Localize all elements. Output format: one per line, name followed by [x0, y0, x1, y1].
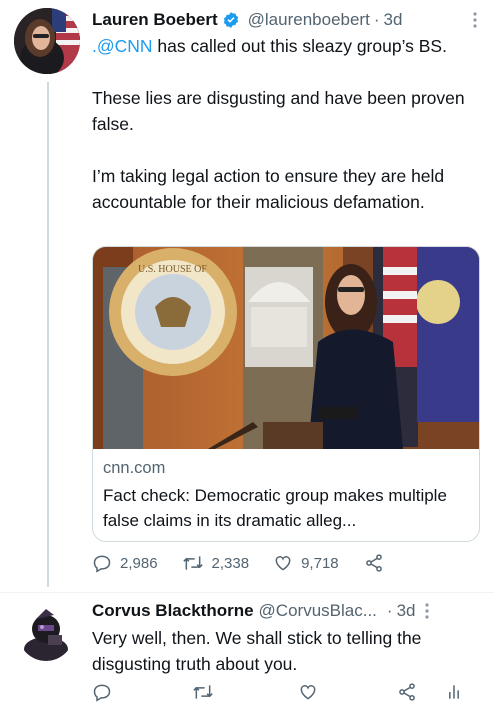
retweet-count: 2,338 [211, 554, 250, 572]
tweet-text-line1-rest: has called out this sleazy group’s BS. [152, 36, 447, 56]
tweet-reply[interactable]: Corvus Blackthorne @CorvusBlac... · 3d V… [0, 593, 494, 720]
reply-separator-dot: · [386, 601, 393, 620]
tweet-action-bar: 2,986 2,338 9,718 [92, 553, 417, 573]
link-preview-card[interactable]: U.S. HOUSE OF cnn.com Fact check: Democr… [92, 246, 480, 542]
link-preview-domain: cnn.com [103, 459, 166, 477]
tweet-text-paragraph3: I’m taking legal action to ensure they a… [92, 166, 445, 212]
share-icon [365, 554, 382, 572]
analytics-icon [449, 685, 459, 699]
retweet-icon [182, 556, 203, 570]
reply-count: 2,986 [120, 554, 158, 572]
author-name[interactable]: Lauren Boebert [92, 10, 218, 30]
reply-header: Corvus Blackthorne @CorvusBlac... · 3d [92, 599, 478, 623]
reply-like-button[interactable] [298, 682, 318, 707]
seal-lettering: U.S. HOUSE OF [138, 264, 207, 275]
reply-share-button[interactable] [396, 682, 418, 707]
tweet-text-line1: .@CNN has called out this sleazy group’s… [92, 33, 482, 59]
reply-timestamp[interactable]: 3d [397, 601, 416, 621]
reply-more-options-icon[interactable] [424, 602, 430, 620]
avatar-lauren-boebert[interactable] [14, 8, 80, 74]
more-options-icon[interactable] [472, 11, 478, 29]
author-handle[interactable]: @laurenboebert [248, 10, 370, 30]
avatar-image [18, 605, 74, 661]
tweet-header: Lauren Boebert @laurenboebert · 3d [92, 8, 478, 32]
avatar-corvus-blackthorne[interactable] [18, 605, 74, 661]
tweet-text-paragraph2: These lies are disgusting and have been … [92, 88, 465, 134]
reply-button[interactable]: 2,986 [92, 553, 158, 573]
mention-link-cnn[interactable]: .@CNN [92, 36, 153, 56]
link-preview-image: U.S. HOUSE OF [93, 247, 479, 449]
reply-icon [93, 684, 111, 702]
share-icon [399, 683, 415, 701]
tweet-timestamp[interactable]: 3d [383, 10, 402, 30]
reply-reply-button[interactable] [92, 682, 112, 707]
reply-icon [93, 555, 111, 573]
heart-icon [300, 685, 316, 700]
reply-action-bar [92, 682, 482, 704]
reply-author-handle[interactable]: @CorvusBlac... [259, 601, 377, 621]
retweet-icon [193, 685, 213, 699]
like-count: 9,718 [301, 554, 339, 572]
verified-badge-icon [222, 11, 240, 29]
retweet-button[interactable]: 2,338 [182, 553, 250, 573]
reply-retweet-button[interactable] [192, 682, 214, 707]
like-button[interactable]: 9,718 [273, 553, 339, 573]
share-button[interactable] [363, 553, 393, 573]
heart-icon [275, 556, 291, 571]
avatar-image [14, 8, 80, 74]
tweet-main[interactable]: Lauren Boebert @laurenboebert · 3d .@CNN… [0, 0, 494, 590]
link-preview-title: Fact check: Democratic group makes multi… [103, 486, 447, 530]
reply-analytics-button[interactable] [444, 682, 464, 707]
reply-text: Very well, then. We shall stick to telli… [92, 628, 422, 674]
reply-author-name[interactable]: Corvus Blackthorne [92, 601, 254, 621]
separator-dot: · [373, 10, 380, 29]
